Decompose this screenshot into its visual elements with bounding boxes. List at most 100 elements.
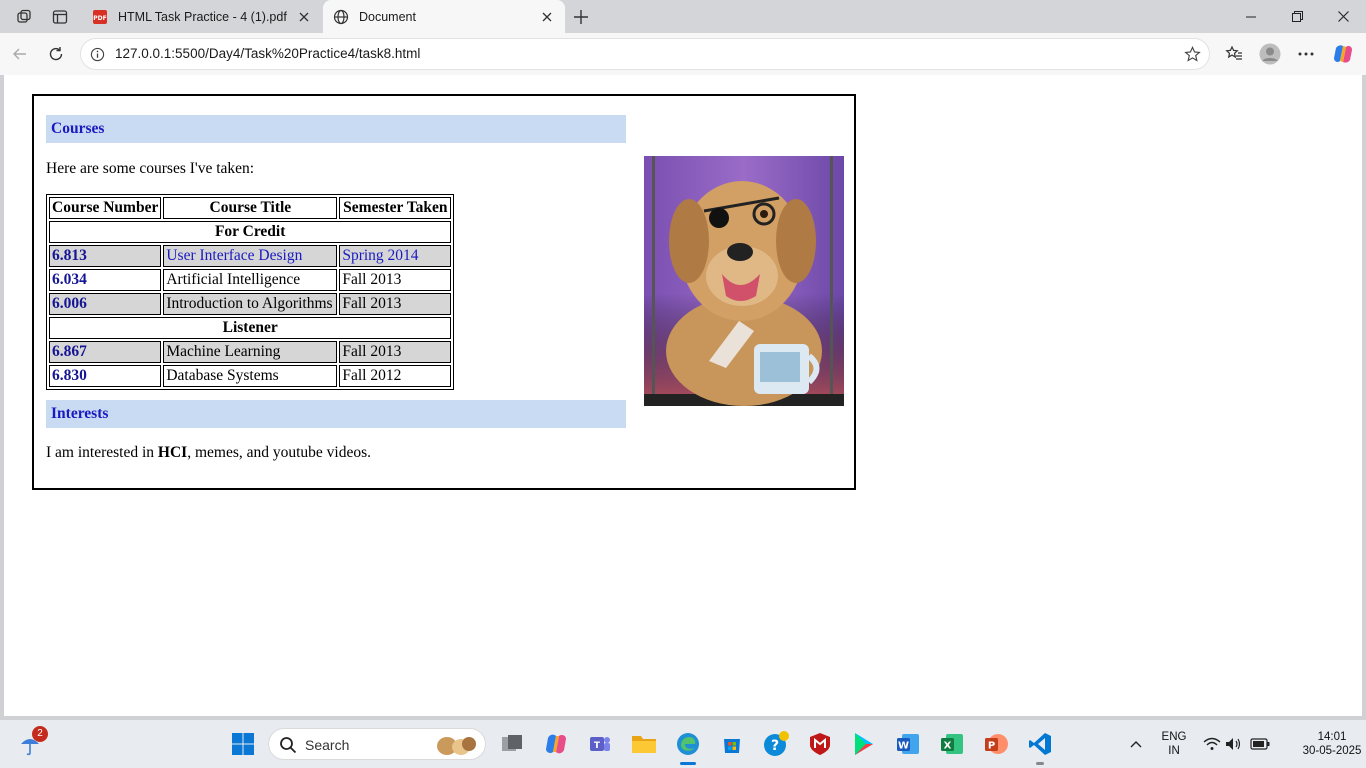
search-highlight-icon <box>437 737 476 755</box>
language-code: ENG <box>1161 731 1187 743</box>
back-icon[interactable] <box>6 40 34 68</box>
tab-document[interactable]: Document <box>323 0 565 33</box>
teams-icon[interactable]: T <box>584 728 616 760</box>
svg-text:PDF: PDF <box>93 15 106 22</box>
courses-table: Course Number Course Title Semester Take… <box>46 194 455 390</box>
semester: Fall 2013 <box>339 269 452 291</box>
semester: Fall 2012 <box>339 365 452 387</box>
tab-pdf[interactable]: PDF HTML Task Practice - 4 (1).pdf <box>82 0 322 33</box>
semester: Fall 2013 <box>339 293 452 315</box>
semester: Fall 2013 <box>339 341 452 363</box>
mcafee-icon[interactable] <box>804 728 836 760</box>
weather-icon[interactable]: 2 <box>14 726 48 760</box>
copilot-icon[interactable] <box>1329 40 1357 68</box>
vscode-icon[interactable] <box>1024 728 1056 765</box>
course-number: 6.830 <box>49 365 162 387</box>
column-header: Course Title <box>163 197 338 219</box>
region-code: IN <box>1168 745 1180 757</box>
course-title-link[interactable]: User Interface Design <box>163 245 338 267</box>
active-app-indicator <box>680 762 696 765</box>
profile-avatar[interactable] <box>1256 40 1284 68</box>
courses-heading: Courses <box>46 115 626 143</box>
page-viewport: Courses Here are some courses I've taken… <box>4 75 1362 716</box>
svg-text:?: ? <box>771 738 779 754</box>
language-indicator[interactable]: ENG IN <box>1156 730 1192 758</box>
course-title: Machine Learning <box>163 341 338 363</box>
table-header-row: Course Number Course Title Semester Take… <box>49 197 452 219</box>
group-row: For Credit <box>49 221 452 243</box>
favorite-star-icon[interactable] <box>1183 45 1201 63</box>
course-number: 6.034 <box>49 269 162 291</box>
semester-link[interactable]: Spring 2014 <box>339 245 452 267</box>
group-label: Listener <box>49 317 452 339</box>
interests-text-end: , memes, and youtube videos. <box>187 444 372 461</box>
column-header: Course Number <box>49 197 162 219</box>
new-tab-button[interactable] <box>568 4 594 30</box>
table-row: 6.867 Machine Learning Fall 2013 <box>49 341 452 363</box>
interests-heading: Interests <box>46 400 626 428</box>
table-row: 6.830 Database Systems Fall 2012 <box>49 365 452 387</box>
taskbar-search[interactable]: Search <box>268 728 486 760</box>
table-row: 6.006 Introduction to Algorithms Fall 20… <box>49 293 452 315</box>
more-menu-icon[interactable] <box>1292 40 1320 68</box>
file-explorer-icon[interactable] <box>628 728 660 760</box>
course-number: 6.813 <box>49 245 162 267</box>
interests-text: I am interested in HCI, memes, and youtu… <box>46 444 371 462</box>
workspaces-icon[interactable] <box>10 4 38 30</box>
powerpoint-icon[interactable]: P <box>980 728 1012 760</box>
task-view-icon[interactable] <box>496 728 528 760</box>
tab-strip: PDF HTML Task Practice - 4 (1).pdf Docum… <box>0 0 1366 33</box>
column-header: Semester Taken <box>339 197 452 219</box>
svg-text:X: X <box>944 741 952 752</box>
date-text: 30-05-2025 <box>1302 745 1362 757</box>
site-info-icon[interactable] <box>89 46 105 62</box>
running-app-indicator <box>1036 762 1044 765</box>
close-window-button[interactable] <box>1320 0 1366 33</box>
course-number: 6.867 <box>49 341 162 363</box>
search-placeholder: Search <box>305 737 350 753</box>
help-icon[interactable]: ? <box>760 728 792 760</box>
time-text: 14:01 <box>1317 731 1347 743</box>
restore-button[interactable] <box>1274 0 1320 33</box>
close-tab-icon[interactable] <box>537 7 557 27</box>
battery-icon[interactable] <box>1244 728 1276 760</box>
favorites-icon[interactable] <box>1220 40 1248 68</box>
interests-bold: HCI <box>157 444 188 461</box>
windows-taskbar: 2 Search T ? W X P ENG IN 14:01 30-05-20… <box>0 720 1366 768</box>
interests-text-start: I am interested in <box>46 444 158 461</box>
course-title: Introduction to Algorithms <box>163 293 338 315</box>
refresh-icon[interactable] <box>42 40 70 68</box>
dog-photo <box>644 156 844 406</box>
pdf-icon: PDF <box>92 9 108 25</box>
vertical-tabs-icon[interactable] <box>46 4 74 30</box>
clock[interactable]: 14:01 30-05-2025 <box>1302 730 1362 758</box>
close-tab-icon[interactable] <box>294 7 314 27</box>
notification-badge: 2 <box>32 726 48 742</box>
chevron-up-icon[interactable] <box>1120 728 1152 760</box>
url-text: 127.0.0.1:5500/Day4/Task%20Practice4/tas… <box>115 46 421 61</box>
group-label: For Credit <box>49 221 452 243</box>
svg-text:P: P <box>988 741 995 752</box>
table-row: 6.034 Artificial Intelligence Fall 2013 <box>49 269 452 291</box>
table-row: 6.813 User Interface Design Spring 2014 <box>49 245 452 267</box>
minimize-button[interactable] <box>1228 0 1274 33</box>
excel-icon[interactable]: X <box>936 728 968 760</box>
svg-text:T: T <box>594 741 601 751</box>
address-bar[interactable]: 127.0.0.1:5500/Day4/Task%20Practice4/tas… <box>80 38 1210 70</box>
intro-text: Here are some courses I've taken: <box>46 160 255 177</box>
copilot-app-icon[interactable] <box>540 728 572 760</box>
content-box: Courses Here are some courses I've taken… <box>32 94 856 490</box>
browser-toolbar: 127.0.0.1:5500/Day4/Task%20Practice4/tas… <box>0 33 1366 75</box>
course-title: Database Systems <box>163 365 338 387</box>
globe-icon <box>333 9 349 25</box>
word-icon[interactable]: W <box>892 728 924 760</box>
store-icon[interactable] <box>716 728 748 760</box>
edge-icon[interactable] <box>672 728 704 765</box>
windows-start-icon[interactable] <box>227 728 259 760</box>
tab-title: HTML Task Practice - 4 (1).pdf <box>118 9 287 24</box>
group-row: Listener <box>49 317 452 339</box>
svg-text:W: W <box>898 741 909 752</box>
play-store-icon[interactable] <box>848 728 880 760</box>
course-title: Artificial Intelligence <box>163 269 338 291</box>
course-number: 6.006 <box>49 293 162 315</box>
